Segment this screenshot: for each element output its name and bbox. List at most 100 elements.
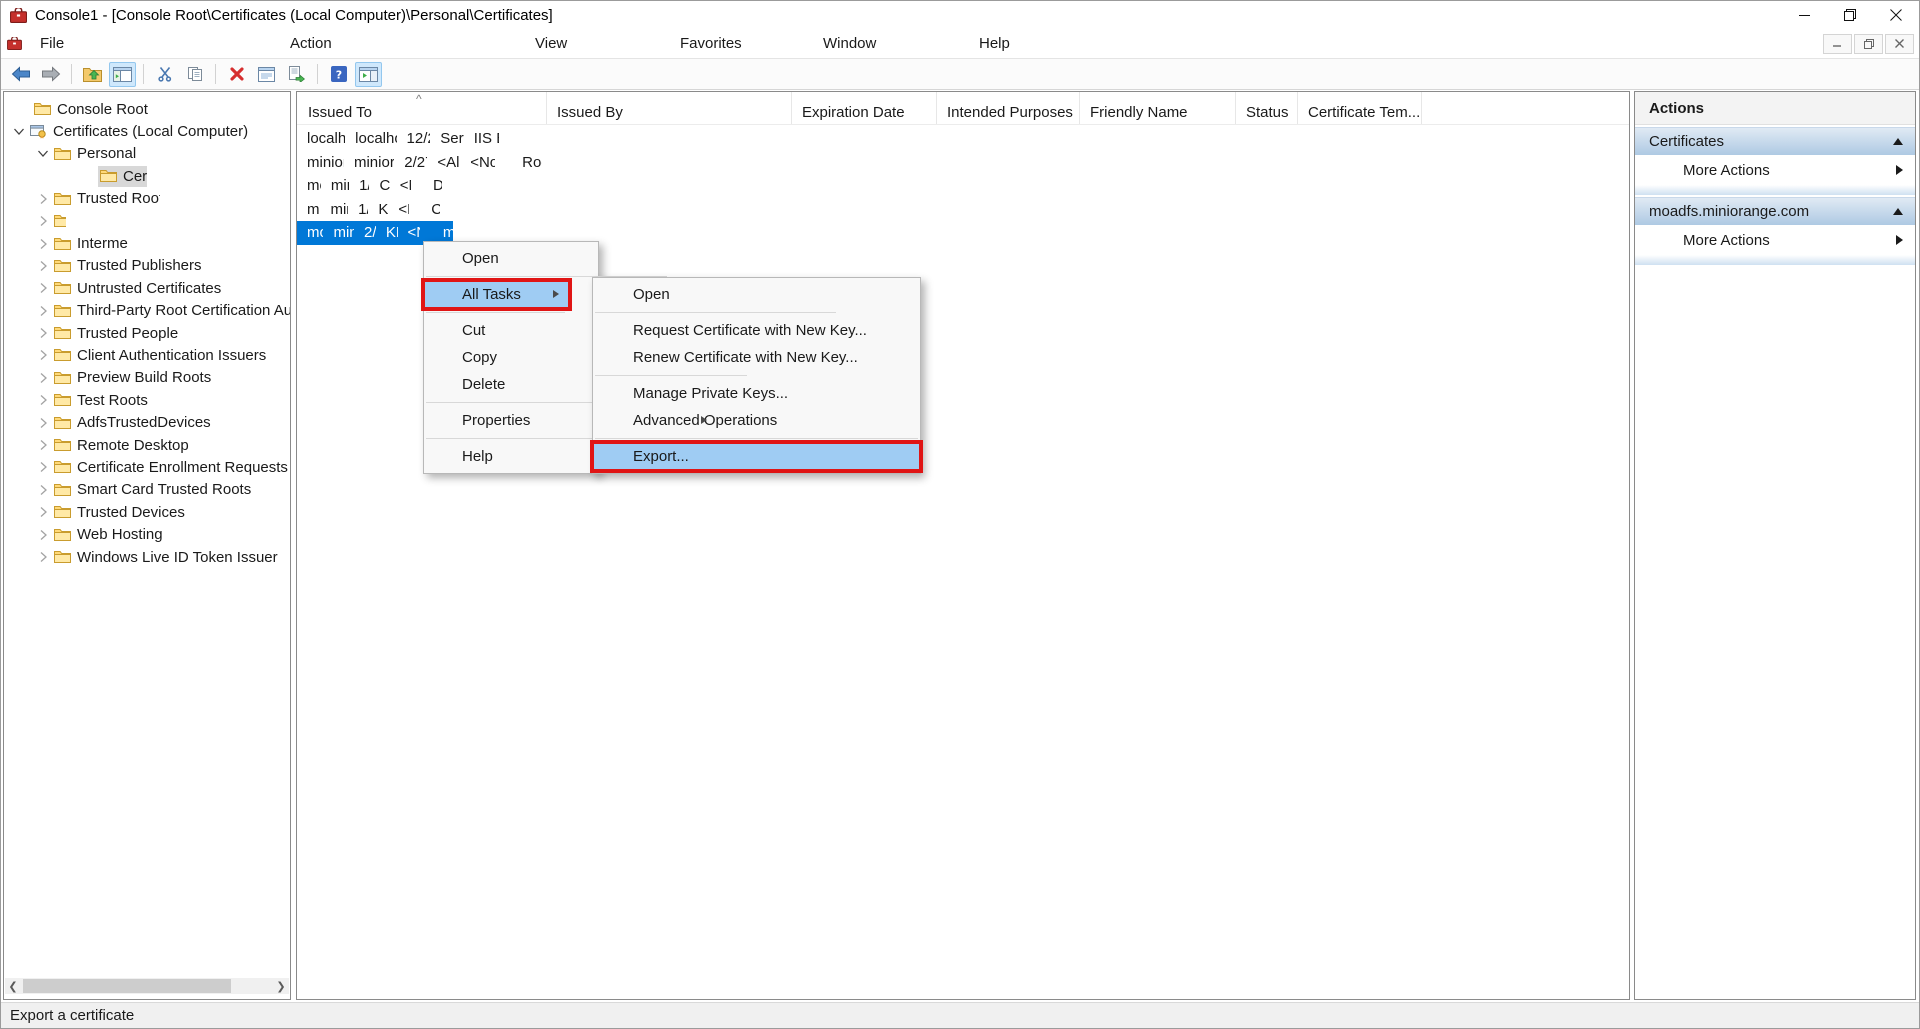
tree-item[interactable]: Untrusted Certificates	[4, 277, 290, 299]
tree-item[interactable]: Certificate Enrollment Requests	[4, 456, 290, 478]
table-row[interactable]: moadfs.miniorange.com miniorange-MOADFS-…	[297, 174, 442, 198]
tree-item[interactable]: Trusted People	[4, 322, 290, 344]
chevron-icon[interactable]	[34, 549, 52, 565]
delete-button[interactable]	[223, 62, 250, 87]
context-menu-item[interactable]	[424, 398, 598, 407]
context-menu-item[interactable]: All Tasks	[424, 281, 569, 308]
up-one-level-button[interactable]	[79, 62, 106, 87]
menu-bar-item[interactable]: Help	[969, 32, 1031, 56]
table-row[interactable]: localhost localhost 12/26/2024 Server Au…	[297, 127, 547, 151]
menu-bar-item[interactable]: Action	[280, 32, 525, 56]
restore-button[interactable]	[1827, 1, 1873, 29]
more-actions-certificates[interactable]: More Actions	[1635, 155, 1915, 185]
chevron-icon[interactable]	[34, 213, 52, 229]
tree-horizontal-scrollbar[interactable]: ❮ ❯	[5, 978, 289, 994]
chevron-icon[interactable]	[34, 303, 52, 319]
chevron-icon[interactable]	[34, 459, 52, 475]
scroll-right-icon[interactable]: ❯	[273, 978, 289, 994]
tree-item[interactable]: Remote Desktop	[4, 434, 290, 456]
column-header[interactable]: Issued By	[547, 92, 792, 124]
tree-item[interactable]: Test Roots	[4, 389, 290, 411]
menu-bar-item[interactable]: File	[30, 32, 280, 56]
context-menu-item[interactable]	[424, 308, 567, 317]
tree-item[interactable]: Trusted Devices	[4, 501, 290, 523]
submenu-item[interactable]: Request Certificate with New Key...	[593, 317, 738, 344]
chevron-icon[interactable]	[34, 392, 52, 408]
chevron-icon[interactable]	[34, 504, 52, 520]
chevron-icon[interactable]	[10, 124, 28, 140]
column-header[interactable]: Issued To	[297, 92, 547, 124]
chevron-icon[interactable]	[34, 437, 52, 453]
back-button[interactable]	[7, 62, 34, 87]
context-menu-item[interactable]: Delete	[424, 371, 548, 398]
context-menu-item[interactable]: Cut	[424, 317, 580, 344]
chevron-icon[interactable]	[80, 168, 98, 184]
context-menu-item[interactable]	[424, 434, 598, 443]
submenu-item[interactable]	[593, 308, 838, 317]
tree-item[interactable]: Client Authentication Issuers	[4, 344, 290, 366]
chevron-icon[interactable]	[34, 280, 52, 296]
more-actions-moadfs[interactable]: More Actions	[1635, 225, 1915, 255]
chevron-icon[interactable]	[34, 347, 52, 363]
properties-button[interactable]	[253, 62, 280, 87]
submenu-item[interactable]	[593, 371, 749, 380]
tree-item[interactable]: Web Hosting	[4, 523, 290, 545]
tree-item[interactable]: Enterprise Trust	[4, 210, 66, 232]
tree-item[interactable]: Trusted Publishers	[4, 255, 290, 277]
tree-item[interactable]: Certificates (Local Computer)	[4, 120, 249, 142]
submenu-item[interactable]	[593, 434, 920, 443]
collapse-icon[interactable]	[1893, 208, 1903, 215]
chevron-icon[interactable]	[34, 236, 52, 252]
tree-item[interactable]: Preview Build Roots	[4, 367, 290, 389]
collapse-icon[interactable]	[1893, 138, 1903, 145]
tree-item[interactable]: Smart Card Trusted Roots	[4, 479, 290, 501]
copy-button[interactable]	[181, 62, 208, 87]
submenu-item[interactable]: Manage Private Keys...	[593, 380, 655, 407]
context-menu-item[interactable]: Properties	[424, 407, 598, 434]
submenu-item[interactable]: Renew Certificate with New Key...	[593, 344, 736, 371]
cut-button[interactable]	[151, 62, 178, 87]
help-button[interactable]: ?	[325, 62, 352, 87]
chevron-icon[interactable]	[34, 146, 52, 162]
submenu-item[interactable]: Export...	[593, 443, 920, 470]
tree-item[interactable]: Intermediate Certification Autho	[4, 232, 128, 254]
column-header[interactable]: Certificate Tem...	[1298, 92, 1422, 124]
mdi-restore-button[interactable]	[1854, 34, 1883, 54]
tree-item[interactable]: Console Root	[4, 98, 254, 120]
submenu-item[interactable]: Advanced Operations	[593, 407, 717, 434]
submenu-item[interactable]: Open	[593, 281, 843, 308]
column-header[interactable]: Friendly Name	[1080, 92, 1236, 124]
table-row[interactable]: miniorange-MOADFS-CA-3 miniorange-MOADFS…	[297, 151, 542, 175]
scrollbar-track[interactable]	[21, 978, 273, 994]
menu-bar-item[interactable]: Favorites	[670, 32, 813, 56]
chevron-icon[interactable]	[34, 325, 52, 341]
column-header[interactable]: Intended Purposes	[937, 92, 1080, 124]
tree-item[interactable]: Certificates	[4, 165, 147, 187]
tree-item[interactable]: Third-Party Root Certification Au	[4, 300, 290, 322]
forward-button[interactable]	[37, 62, 64, 87]
chevron-icon[interactable]	[34, 415, 52, 431]
chevron-icon[interactable]	[34, 370, 52, 386]
column-header[interactable]: Expiration Date	[792, 92, 937, 124]
chevron-icon[interactable]	[34, 527, 52, 543]
export-list-button[interactable]	[283, 62, 310, 87]
column-header[interactable]: Status	[1236, 92, 1298, 124]
show-action-pane-button[interactable]	[355, 62, 382, 87]
scroll-left-icon[interactable]: ❮	[5, 978, 21, 994]
mdi-minimize-button[interactable]	[1823, 34, 1852, 54]
table-row[interactable]: moadfs.miniorange.com miniorange-MOADFS-…	[297, 198, 440, 222]
chevron-icon[interactable]	[34, 482, 52, 498]
chevron-icon[interactable]	[34, 258, 52, 274]
chevron-icon[interactable]	[34, 191, 52, 207]
minimize-button[interactable]	[1781, 1, 1827, 29]
menu-bar-item[interactable]: Window	[813, 32, 969, 56]
context-menu-item[interactable]: Help	[424, 443, 598, 470]
tree-item[interactable]: Trusted Root Certification Autho	[4, 188, 160, 210]
actions-section-moadfs[interactable]: moadfs.miniorange.com	[1635, 197, 1915, 225]
context-menu-item[interactable]: Open	[424, 245, 674, 272]
context-menu-item[interactable]: Copy	[424, 344, 486, 371]
tree-item[interactable]: Personal	[4, 143, 149, 165]
mdi-close-button[interactable]	[1885, 34, 1914, 54]
tree-item[interactable]: AdfsTrustedDevices	[4, 411, 290, 433]
tree-item[interactable]: Windows Live ID Token Issuer	[4, 546, 290, 568]
